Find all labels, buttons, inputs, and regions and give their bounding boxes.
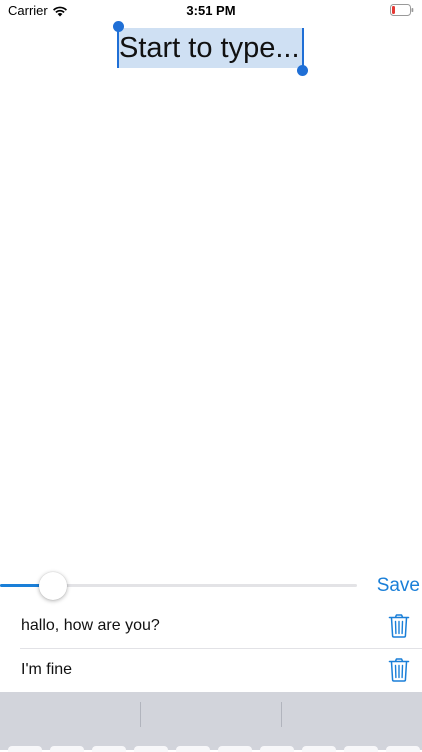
keyboard-key[interactable]	[344, 746, 378, 752]
trash-icon[interactable]	[388, 658, 410, 682]
size-slider[interactable]	[0, 572, 360, 600]
slider-thumb[interactable]	[39, 572, 67, 600]
selection-start-handle[interactable]	[113, 21, 124, 32]
keyboard-key[interactable]	[386, 746, 420, 752]
keyboard-suggestion-divider	[281, 702, 282, 727]
text-editor[interactable]: Start to type...	[118, 28, 304, 68]
selection-start-bar	[117, 28, 119, 68]
keyboard	[0, 692, 422, 750]
list-item-text: hallo, how are you?	[21, 617, 160, 635]
saved-list: hallo, how are you? I'm fine	[0, 605, 422, 693]
keyboard-key[interactable]	[8, 746, 42, 752]
selection-end-bar	[302, 28, 304, 68]
keyboard-key[interactable]	[134, 746, 168, 752]
status-bar: Carrier 3:51 PM	[0, 0, 422, 22]
editor-text: Start to type...	[119, 30, 300, 66]
save-button[interactable]: Save	[377, 575, 420, 597]
keyboard-key[interactable]	[302, 746, 336, 752]
clock: 3:51 PM	[0, 3, 422, 18]
keyboard-key[interactable]	[218, 746, 252, 752]
battery-icon	[390, 4, 414, 16]
keyboard-key[interactable]	[50, 746, 84, 752]
list-item[interactable]: I'm fine	[20, 649, 422, 693]
list-item[interactable]: hallo, how are you?	[20, 605, 422, 649]
list-item-text: I'm fine	[21, 661, 72, 679]
keyboard-key[interactable]	[176, 746, 210, 752]
selection-end-handle[interactable]	[297, 65, 308, 76]
keyboard-suggestion-divider	[140, 702, 141, 727]
trash-icon[interactable]	[388, 614, 410, 638]
keyboard-key[interactable]	[92, 746, 126, 752]
keyboard-key[interactable]	[260, 746, 294, 752]
